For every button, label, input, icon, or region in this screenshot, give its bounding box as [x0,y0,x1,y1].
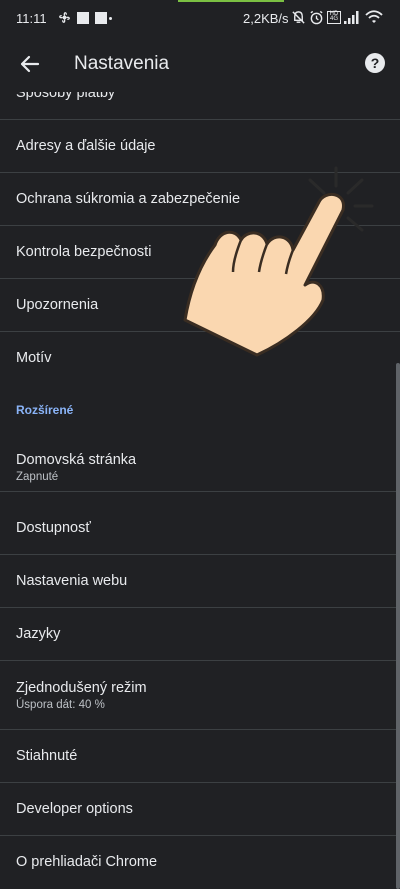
settings-item-label: Dostupnosť [16,520,91,536]
settings-item-about-chrome[interactable]: O prehliadači Chrome [0,836,400,888]
settings-item-downloads[interactable]: Stiahnuté [0,730,400,783]
settings-item-label: Upozornenia [16,297,99,313]
section-header-advanced: Rozšírené [16,403,74,417]
notification-square-icon [77,12,89,24]
progress-line [178,0,284,2]
settings-item-label: Stiahnuté [16,748,78,764]
help-icon[interactable]: ? [365,53,385,73]
settings-item-label: Motív [16,350,52,366]
settings-item-label: Ochrana súkromia a zabezpečenie [16,191,241,207]
settings-item-label: Jazyky [16,626,61,642]
settings-item-theme[interactable]: Motív [0,332,400,384]
settings-item-addresses[interactable]: Adresy a ďalšie údaje [0,120,400,173]
settings-item-sublabel: Zapnuté [16,471,59,483]
settings-item-label: Domovská stránka [16,452,137,468]
status-time: 11:11 [16,11,47,26]
settings-item-developer-options[interactable]: Developer options [0,783,400,836]
settings-item-sublabel: Úspora dát: 40 % [16,699,105,711]
settings-item-label: O prehliadači Chrome [16,854,158,870]
settings-item-notifications[interactable]: Upozornenia [0,279,400,332]
settings-item-accessibility[interactable]: Dostupnosť [0,502,400,555]
settings-item-label: Nastavenia webu [16,573,128,589]
more-notifications-icon [109,17,112,20]
settings-item-privacy-security[interactable]: Ochrana súkromia a zabezpečenie [0,173,400,226]
app-bar: Nastavenia ? [0,36,400,92]
settings-item-label: Adresy a ďalšie údaje [16,138,156,154]
alarm-icon [310,10,323,25]
settings-item-safety-check[interactable]: Kontrola bezpečnosti [0,226,400,279]
network-speed: 2,2KB/s [243,11,289,26]
notification-square-icon [95,12,107,24]
settings-item-homepage[interactable]: Domovská stránka Zapnuté [0,434,400,492]
fan-icon [59,12,70,23]
signal-icon [344,11,359,24]
status-bar: 11:11 2,2KB/s HD 4G [0,0,400,36]
settings-item-label: Zjednodušený režim [16,680,147,696]
settings-item-label: Developer options [16,801,133,817]
settings-item-payment-methods[interactable]: Spôsoby platby [0,92,400,120]
alarm-off-icon [292,11,305,24]
settings-item-label: Kontrola bezpečnosti [16,244,152,260]
settings-item-label: Spôsoby platby [16,92,116,101]
settings-item-lite-mode[interactable]: Zjednodušený režim Úspora dát: 40 % [0,661,400,730]
scrollbar[interactable] [396,363,400,889]
settings-item-languages[interactable]: Jazyky [0,608,400,661]
page-title: Nastavenia [74,53,170,74]
volte-icon: HD 4G [327,11,341,24]
settings-item-site-settings[interactable]: Nastavenia webu [0,555,400,608]
wifi-icon [365,10,383,23]
arrow-back-icon[interactable] [18,52,42,76]
